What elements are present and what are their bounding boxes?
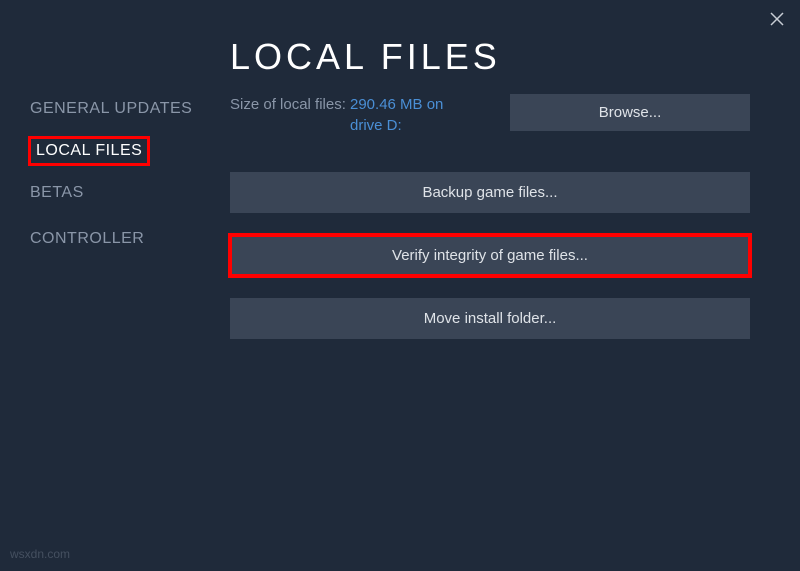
sidebar-item-label: LOCAL FILES <box>36 142 142 159</box>
size-label: Size of local files: <box>230 94 350 115</box>
sidebar-item-local-files[interactable]: LOCAL FILES <box>30 138 148 164</box>
sidebar-item-updates[interactable]: UPDATES <box>114 92 192 126</box>
main-panel: LOCAL FILES Size of local files: 290.46 … <box>195 36 800 571</box>
properties-dialog: GENERAL UPDATES LOCAL FILES BETAS CONTRO… <box>0 0 800 571</box>
sidebar-item-general[interactable]: GENERAL <box>30 92 110 126</box>
sidebar-item-controller[interactable]: CONTROLLER <box>30 222 144 256</box>
sidebar-item-label: GENERAL <box>30 100 110 117</box>
browse-button[interactable]: Browse... <box>510 94 750 131</box>
size-value: 290.46 MB on drive D: <box>350 94 480 136</box>
sidebar-item-label: BETAS <box>30 184 84 201</box>
size-info-row: Size of local files: 290.46 MB on drive … <box>230 94 750 136</box>
sidebar-item-label: UPDATES <box>114 100 192 117</box>
page-title: LOCAL FILES <box>230 36 750 78</box>
verify-integrity-button[interactable]: Verify integrity of game files... <box>230 235 750 276</box>
backup-game-files-button[interactable]: Backup game files... <box>230 172 750 213</box>
close-icon[interactable] <box>770 12 784 26</box>
watermark: wsxdn.com <box>10 547 70 561</box>
move-install-folder-button[interactable]: Move install folder... <box>230 298 750 339</box>
sidebar-item-betas[interactable]: BETAS <box>30 176 84 210</box>
sidebar-item-label: CONTROLLER <box>30 230 144 247</box>
sidebar: GENERAL UPDATES LOCAL FILES BETAS CONTRO… <box>0 36 195 571</box>
